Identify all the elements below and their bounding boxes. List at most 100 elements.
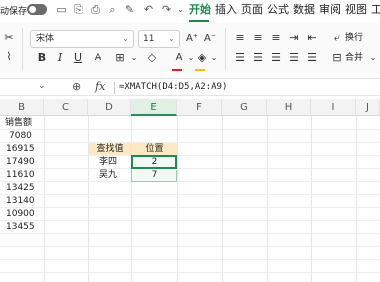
undo-icon[interactable]: ↶: [142, 3, 155, 17]
column-header-j[interactable]: J: [356, 99, 380, 116]
print-icon[interactable]: ⎙: [89, 3, 102, 17]
increase-font-icon[interactable]: A⁺: [185, 32, 199, 46]
active-cell-outline: [131, 155, 177, 169]
preview-icon[interactable]: ⌕: [106, 3, 119, 17]
export-icon[interactable]: ⎘: [72, 3, 85, 17]
distribute-icon[interactable]: ☰: [305, 51, 319, 65]
column-header-c[interactable]: C: [44, 99, 88, 116]
cut-icon[interactable]: ✂: [2, 31, 16, 45]
chevron-down-icon[interactable]: ⌄: [207, 51, 221, 65]
grid-line: [0, 233, 380, 234]
grid-line: [0, 168, 380, 169]
sales-cell[interactable]: 16915: [6, 143, 35, 156]
redo-icon[interactable]: ↷: [160, 3, 173, 17]
grid-line: [0, 272, 380, 273]
align-center-icon[interactable]: ☰: [251, 51, 265, 65]
formula-bar: ⌄ ⊕ fx =XMATCH(D4:D5,A2:A9): [0, 78, 380, 96]
column-header-b[interactable]: B: [0, 99, 44, 116]
grid-line: [267, 116, 268, 282]
align-left-icon[interactable]: ☰: [233, 51, 247, 65]
formula-input[interactable]: =XMATCH(D4:D5,A2:A9): [119, 82, 227, 92]
grid-line: [222, 116, 223, 282]
outdent-icon[interactable]: ⇤: [305, 31, 319, 45]
align-bottom-icon[interactable]: ≡: [269, 31, 283, 45]
chevron-down-icon[interactable]: ⌄: [38, 81, 46, 91]
ribbon-divider: [22, 28, 23, 70]
tab-data[interactable]: 数据: [293, 3, 315, 17]
chevron-down-icon: ⌄: [122, 34, 129, 43]
chevron-down-icon[interactable]: ⌄: [127, 51, 141, 65]
ribbon: ✂ ⌇ 宋体 ⌄ 11 ⌄ A⁺ A⁻ B I U A̶ ⊞ ⌄ ◇ A ⌄ ◈…: [0, 22, 380, 74]
cell-grid[interactable]: [0, 116, 380, 282]
grid-line: [44, 116, 45, 282]
format-painter-icon[interactable]: ✎: [123, 3, 136, 17]
fill-color-indicator: [195, 69, 205, 71]
merge-button[interactable]: 合并: [345, 52, 363, 64]
grid-line: [0, 259, 380, 260]
tab-review[interactable]: 审阅: [319, 3, 341, 17]
decrease-font-icon[interactable]: A⁻: [203, 32, 217, 46]
merge-icon[interactable]: ⊟: [330, 51, 344, 65]
justify-icon[interactable]: ☰: [287, 51, 301, 65]
column-header-h[interactable]: H: [267, 99, 311, 116]
font-size-value: 11: [143, 34, 155, 44]
font-size-select[interactable]: 11 ⌄: [138, 30, 180, 48]
tab-page[interactable]: 页面: [241, 3, 263, 17]
tab-view[interactable]: 视图: [345, 3, 367, 17]
wrap-text-button[interactable]: 换行: [345, 32, 363, 44]
indent-icon[interactable]: ⇥: [287, 31, 301, 45]
spill-range-outline: [131, 170, 177, 182]
strikethrough-icon[interactable]: A̶: [91, 51, 105, 65]
save-icon[interactable]: ▭: [55, 3, 68, 17]
column-header-f[interactable]: F: [177, 99, 222, 116]
column-header-d[interactable]: D: [88, 99, 131, 116]
sales-cell[interactable]: 13425: [6, 182, 35, 195]
fill-color-icon[interactable]: ◇: [145, 51, 159, 65]
chevron-down-icon: ⌄: [168, 34, 175, 43]
lookup-name-cell[interactable]: 李四: [99, 156, 117, 169]
border-icon[interactable]: ⊞: [113, 51, 127, 65]
tab-tools[interactable]: 工: [371, 3, 380, 17]
column-header-g[interactable]: G: [222, 99, 267, 116]
lookup-header-cell[interactable]: 查找值: [89, 143, 131, 155]
wrap-text-icon[interactable]: ⤶: [330, 31, 344, 45]
chevron-down-icon[interactable]: ⌄: [174, 3, 187, 17]
zoom-icon[interactable]: ⊕: [72, 80, 81, 93]
bold-button[interactable]: B: [35, 51, 49, 65]
grid-line: [131, 116, 132, 282]
italic-button[interactable]: I: [53, 51, 67, 65]
underline-button[interactable]: U: [71, 51, 85, 65]
sales-cell[interactable]: 10900: [6, 208, 35, 221]
sales-header-cell[interactable]: 销售额: [5, 117, 32, 130]
align-top-icon[interactable]: ≡: [233, 31, 247, 45]
autosave-toggle[interactable]: [27, 4, 47, 15]
sales-cell[interactable]: 11610: [6, 169, 35, 182]
column-header-i[interactable]: I: [311, 99, 356, 116]
font-name-select[interactable]: 宋体 ⌄: [30, 30, 134, 48]
format-brush-icon[interactable]: ⌇: [2, 50, 16, 64]
align-right-icon[interactable]: ☰: [269, 51, 283, 65]
ribbon-divider: [225, 28, 226, 70]
sales-cell[interactable]: 13455: [6, 221, 35, 234]
chevron-down-icon[interactable]: ⌄: [366, 51, 380, 65]
autosave-label: 动保存: [0, 7, 28, 17]
grid-line: [177, 116, 178, 282]
grid-line: [0, 246, 380, 247]
tab-home[interactable]: 开始: [189, 3, 211, 17]
tab-formula[interactable]: 公式: [267, 3, 289, 17]
sales-cell[interactable]: 17490: [6, 156, 35, 169]
grid-line: [88, 116, 89, 282]
title-toolbar: 动保存 ▭ ⎘ ⎙ ⌕ ✎ ↶ ↷ ⌄ 开始 插入 页面 公式 数据 审阅 视图…: [0, 0, 380, 22]
grid-line: [0, 155, 380, 156]
lookup-name-cell[interactable]: 吴九: [99, 169, 117, 182]
fx-icon[interactable]: fx: [95, 80, 105, 93]
grid-line: [0, 220, 380, 221]
font-name-value: 宋体: [36, 34, 55, 44]
grid-line: [0, 207, 380, 208]
tab-insert[interactable]: 插入: [215, 3, 237, 17]
align-middle-icon[interactable]: ≡: [251, 31, 265, 45]
column-header-e[interactable]: E: [131, 99, 177, 116]
sales-cell[interactable]: 7080: [9, 130, 32, 143]
sales-cell[interactable]: 13140: [6, 195, 35, 208]
position-header-cell[interactable]: 位置: [132, 143, 177, 155]
